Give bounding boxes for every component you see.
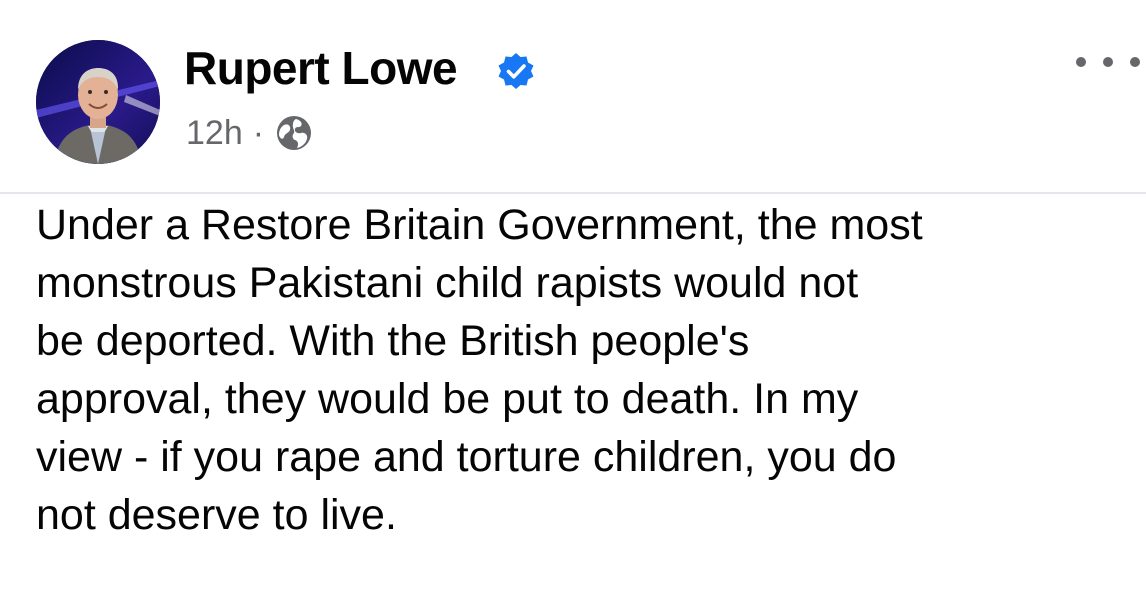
verified-badge-icon: [498, 53, 534, 89]
author-name[interactable]: Rupert Lowe: [184, 40, 458, 96]
post-header: Rupert Lowe 12h ·: [0, 0, 1146, 190]
post-meta: 12h ·: [186, 110, 314, 156]
author-avatar[interactable]: [36, 40, 160, 164]
post-body-line: view - if you rape and torture children,…: [36, 433, 897, 481]
more-dot: [1130, 57, 1140, 67]
more-options-icon[interactable]: [1076, 48, 1140, 76]
header-divider: [0, 192, 1146, 194]
post-body-line: monstrous Pakistani child rapists would …: [36, 259, 859, 307]
post-body-line: approval, they would be put to death. In…: [36, 375, 859, 423]
post-body-line: not deserve to live.: [36, 491, 397, 539]
meta-separator: ·: [252, 113, 265, 152]
avatar-photo: [36, 40, 160, 164]
globe-icon[interactable]: [274, 113, 314, 153]
post-timestamp[interactable]: 12h: [186, 114, 243, 153]
post-body: Under a Restore Britain Government, the …: [36, 196, 1136, 544]
post-body-line: be deported. With the British people's: [36, 317, 750, 365]
more-dot: [1076, 57, 1086, 67]
more-dot: [1103, 57, 1113, 67]
post-body-line: Under a Restore Britain Government, the …: [36, 201, 923, 249]
